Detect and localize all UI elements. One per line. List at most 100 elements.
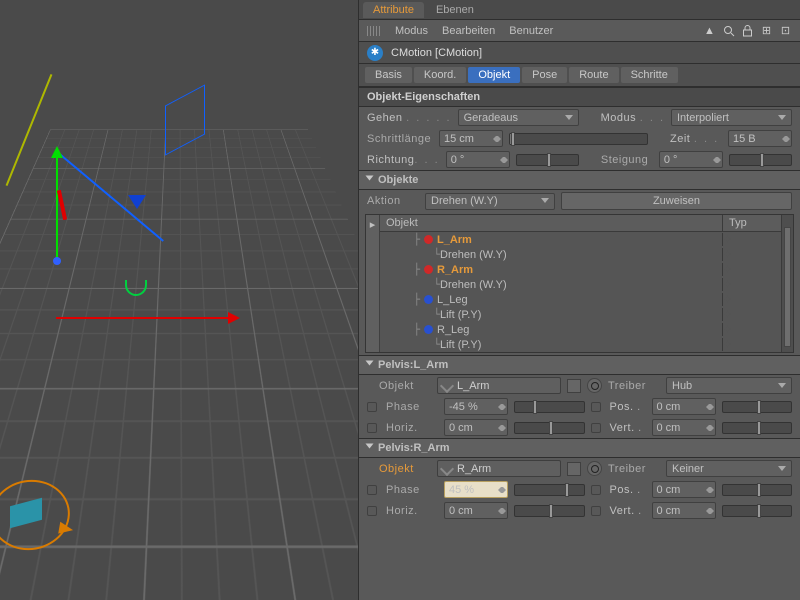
section-pelvis-rarm[interactable]: Pelvis:R_Arm [359, 438, 800, 458]
larm-phase-input[interactable]: -45 % [444, 398, 508, 415]
subtabs: Basis Koord. Objekt Pose Route Schritte [359, 64, 800, 87]
menubar: Modus Bearbeiten Benutzer ▲ ⊞ ⊡ [359, 20, 800, 42]
larm-phase-slider[interactable] [514, 401, 585, 413]
title-text: CMotion [CMotion] [391, 47, 482, 59]
subtab-route[interactable]: Route [569, 67, 618, 83]
section-objprops: Objekt-Eigenschaften [359, 87, 800, 107]
subtab-schritte[interactable]: Schritte [621, 67, 678, 83]
richtung-slider[interactable] [516, 154, 579, 166]
rarm-phase-slider[interactable] [514, 484, 585, 496]
aktion-label: Aktion [367, 195, 419, 207]
attribute-panel: Attribute Ebenen Modus Bearbeiten Benutz… [358, 0, 800, 600]
3d-viewport[interactable] [0, 0, 358, 600]
tree-scrollbar[interactable] [781, 215, 793, 352]
richtung-input[interactable]: 0 ° [446, 151, 510, 168]
rarm-pos-input[interactable]: 0 cm [652, 481, 716, 498]
rarm-horiz-check[interactable] [367, 506, 377, 516]
larm-vert-check[interactable] [591, 423, 601, 433]
rarm-pos-slider[interactable] [722, 484, 793, 496]
bone-icon [440, 378, 454, 392]
section-objekte[interactable]: Objekte [359, 170, 800, 190]
larm-treiber-label: Treiber [608, 380, 660, 392]
rarm-horiz-slider[interactable] [514, 505, 585, 517]
steigung-input[interactable]: 0 ° [659, 151, 723, 168]
gehen-dropdown[interactable]: Geradeaus [458, 109, 579, 126]
subtab-basis[interactable]: Basis [365, 67, 412, 83]
rarm-phase-label: Phase [386, 484, 438, 496]
rarm-objekt-label: Objekt [379, 463, 431, 475]
lock-icon[interactable] [741, 24, 754, 37]
subtab-objekt[interactable]: Objekt [468, 67, 520, 83]
tab-attribute[interactable]: Attribute [363, 2, 424, 18]
section-pelvis-larm[interactable]: Pelvis:L_Arm [359, 355, 800, 375]
object-title: ✱ CMotion [CMotion] [359, 42, 800, 64]
larm-vert-label: Vert. . [610, 422, 646, 434]
origin-point [53, 257, 61, 265]
larm-pos-input[interactable]: 0 cm [652, 398, 716, 415]
bone-icon [440, 461, 454, 475]
larm-pos-slider[interactable] [722, 401, 793, 413]
cmotion-icon: ✱ [367, 45, 383, 61]
tab-ebenen[interactable]: Ebenen [426, 2, 484, 18]
rarm-vert-input[interactable]: 0 cm [652, 502, 716, 519]
larm-horiz-input[interactable]: 0 cm [444, 419, 508, 436]
larm-objekt-field[interactable]: L_Arm [437, 377, 561, 394]
menu-bearbeiten[interactable]: Bearbeiten [442, 25, 495, 37]
zuweisen-button[interactable]: Zuweisen [561, 192, 792, 210]
joint-dot-icon [424, 235, 433, 244]
schritt-input[interactable]: 15 cm [439, 130, 503, 147]
object-tree: ▸ Objekt Typ ├ L_Arm✦└ Drehen (W.Y)✦├ R_… [365, 214, 794, 353]
subtab-koord[interactable]: Koord. [414, 67, 466, 83]
rarm-phase-input[interactable]: 45 % [444, 481, 508, 498]
rarm-treiber-dropdown[interactable]: Keiner [666, 460, 792, 477]
tree-row[interactable]: └ Lift (P.Y)✦ [380, 337, 781, 352]
rarm-horiz-input[interactable]: 0 cm [444, 502, 508, 519]
schritt-slider[interactable] [509, 133, 648, 145]
larm-phase-check[interactable] [367, 402, 377, 412]
search-icon[interactable] [722, 24, 735, 37]
modus-dropdown[interactable]: Interpoliert [671, 109, 792, 126]
larm-vert-input[interactable]: 0 cm [652, 419, 716, 436]
rarm-pos-check[interactable] [591, 485, 601, 495]
richtung-label: Richtung. . . [367, 154, 440, 166]
larm-pos-check[interactable] [591, 402, 601, 412]
menu-modus[interactable]: Modus [395, 25, 428, 37]
rarm-vert-slider[interactable] [722, 505, 793, 517]
aktion-dropdown[interactable]: Drehen (W.Y) [425, 193, 555, 210]
tree-row[interactable]: ├ L_Arm✦ [380, 232, 781, 247]
steigung-slider[interactable] [729, 154, 792, 166]
grid-icon[interactable]: ⊞ [760, 24, 773, 37]
tree-row[interactable]: └ Drehen (W.Y)✦ [380, 247, 781, 262]
grip-icon[interactable] [367, 26, 381, 36]
rarm-pos-label: Pos. . [610, 484, 646, 496]
rarm-treiber-label: Treiber [608, 463, 660, 475]
target-icon[interactable] [587, 378, 602, 393]
tree-row[interactable]: ├ L_Leg✦ [380, 292, 781, 307]
gehen-label: Gehen . . . . . [367, 112, 452, 124]
axis-y [56, 150, 58, 260]
target-icon[interactable] [587, 461, 602, 476]
picker-button[interactable] [567, 462, 581, 476]
tree-expand-icon[interactable]: ▸ [366, 215, 380, 352]
nav-up-icon[interactable]: ▲ [703, 24, 716, 37]
rarm-objekt-field[interactable]: R_Arm [437, 460, 561, 477]
zeit-input[interactable]: 15 B [728, 130, 792, 147]
subtab-pose[interactable]: Pose [522, 67, 567, 83]
tree-row[interactable]: └ Lift (P.Y)✦ [380, 307, 781, 322]
picker-button[interactable] [567, 379, 581, 393]
tree-row[interactable]: ├ R_Arm✦ [380, 262, 781, 277]
rarm-vert-check[interactable] [591, 506, 601, 516]
menu-benutzer[interactable]: Benutzer [509, 25, 553, 37]
tree-row[interactable]: ├ R_Leg✦ [380, 322, 781, 337]
tree-row[interactable]: └ Drehen (W.Y)✦ [380, 277, 781, 292]
larm-horiz-check[interactable] [367, 423, 377, 433]
schritt-label: Schrittlänge [367, 133, 433, 145]
add-icon[interactable]: ⊡ [779, 24, 792, 37]
larm-horiz-slider[interactable] [514, 422, 585, 434]
larm-treiber-dropdown[interactable]: Hub [666, 377, 792, 394]
larm-vert-slider[interactable] [722, 422, 793, 434]
joint-dot-icon [424, 265, 433, 274]
rarm-horiz-label: Horiz. [386, 505, 438, 517]
axis-x [56, 317, 236, 319]
rarm-phase-check[interactable] [367, 485, 377, 495]
